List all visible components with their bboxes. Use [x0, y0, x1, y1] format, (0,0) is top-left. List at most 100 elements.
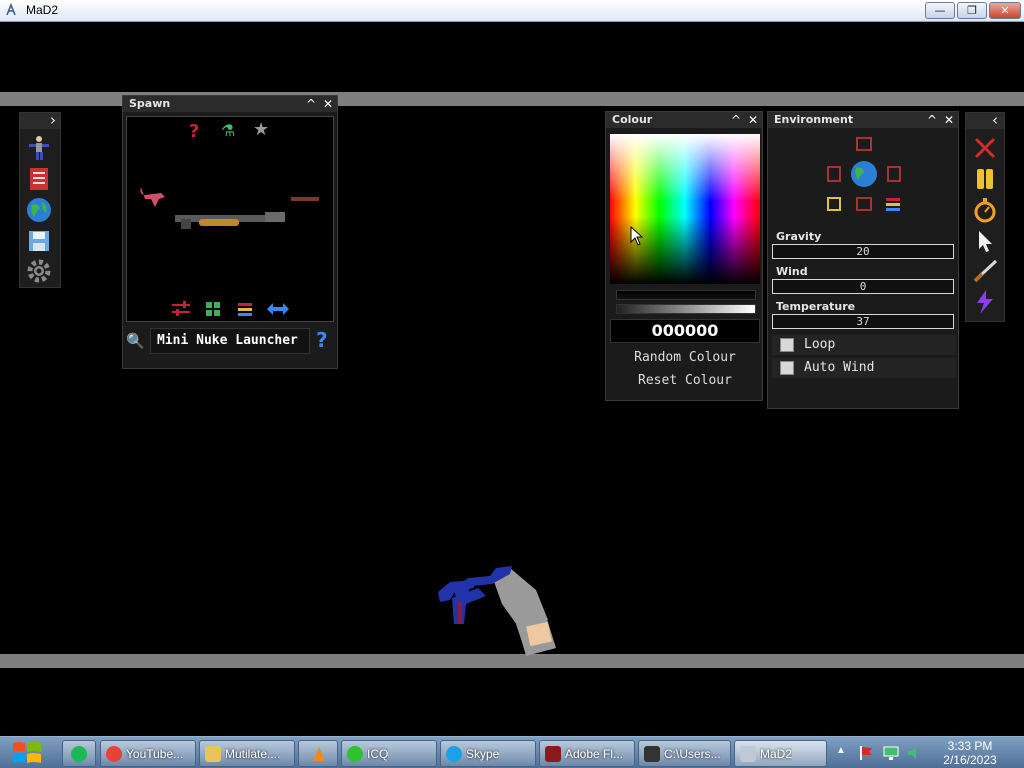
star-category-icon[interactable]: ★	[253, 119, 269, 140]
taskbar-item-label: MaD2	[760, 747, 793, 761]
spawn-panel: Spawn ^ ✕ ? ⚗ ★ 🔍 Mini Nuke Launcher ?	[122, 95, 338, 369]
world-bounds-selector[interactable]	[826, 136, 902, 212]
arrows-icon[interactable]	[267, 303, 289, 315]
close-x-icon[interactable]	[972, 135, 998, 161]
temperature-label: Temperature	[776, 300, 856, 313]
right-toolbar: ‹	[965, 111, 1005, 322]
taskbar-item-icq[interactable]: ICQ	[341, 740, 437, 767]
gravity-slider[interactable]: 20	[772, 244, 954, 259]
timer-icon[interactable]	[972, 197, 998, 223]
clock-time: 3:33 PM	[947, 739, 993, 753]
clock[interactable]: 3:33 PM 2/16/2023	[930, 739, 1010, 767]
gravity-label: Gravity	[776, 230, 822, 243]
environment-collapse-button[interactable]: ^	[924, 112, 940, 128]
floor-bar	[0, 654, 1024, 668]
taskbar-item-mad2[interactable]: MaD2	[734, 740, 827, 767]
globe-icon[interactable]	[26, 197, 52, 223]
auto-wind-row[interactable]: Auto Wind	[772, 358, 956, 378]
taskbar-spotify[interactable]	[62, 740, 96, 767]
network-icon[interactable]	[882, 745, 900, 761]
loop-label: Loop	[804, 337, 836, 352]
flash-icon	[545, 746, 561, 762]
taskbar-item-label: YouTube...	[126, 747, 184, 761]
spawn-collapse-button[interactable]: ^	[303, 96, 319, 112]
clock-date: 2/16/2023	[943, 753, 997, 767]
restore-button[interactable]: ❐	[957, 2, 987, 19]
colour-panel: Colour ^ ✕ 000000 Random Colour Reset Co…	[605, 111, 763, 401]
grid-icon[interactable]	[205, 301, 221, 317]
pause-icon[interactable]	[972, 166, 998, 192]
taskbar-item-label: C:\Users...	[664, 747, 721, 761]
taskbar-item-vlc[interactable]	[298, 740, 338, 767]
taskbar-item-7zip[interactable]: C:\Users...	[638, 740, 731, 767]
taskbar-item-label: Adobe Fl...	[565, 747, 624, 761]
taskbar-item-folder[interactable]: Mutilate....	[199, 740, 295, 767]
prev-item-creature-icon[interactable]	[137, 183, 167, 209]
window-titlebar: MaD2 — ❐ ✕	[0, 0, 1024, 22]
selected-item-name: Mini Nuke Launcher	[157, 333, 298, 348]
taskbar-item-skype[interactable]: Skype	[440, 740, 536, 767]
colour-picker-area[interactable]	[610, 134, 760, 284]
mouse-cursor-icon	[630, 226, 644, 246]
knife-icon[interactable]	[972, 258, 998, 284]
stack-icon[interactable]	[237, 301, 253, 317]
loop-checkbox[interactable]	[780, 338, 794, 352]
7zip-icon	[644, 746, 660, 762]
environment-close-button[interactable]: ✕	[941, 112, 957, 128]
ragdoll-character[interactable]	[430, 552, 580, 656]
tray-expand-icon[interactable]: ▲	[836, 745, 846, 756]
gear-icon[interactable]	[26, 258, 52, 284]
taskbar-item-flash[interactable]: Adobe Fl...	[539, 740, 635, 767]
random-colour-button[interactable]: Random Colour	[610, 348, 760, 368]
item-help-icon[interactable]: ?	[316, 328, 328, 352]
colour-collapse-button[interactable]: ^	[728, 112, 744, 128]
lightning-icon[interactable]	[972, 289, 998, 315]
brightness-slider[interactable]	[616, 290, 756, 300]
spawn-close-button[interactable]: ✕	[320, 96, 336, 112]
book-icon[interactable]	[26, 166, 52, 192]
cursor-icon[interactable]	[972, 228, 998, 254]
vlc-icon	[313, 747, 325, 761]
alpha-slider[interactable]	[616, 304, 756, 314]
spawn-preview[interactable]: ? ⚗ ★	[126, 116, 334, 322]
action-center-flag-icon[interactable]	[858, 745, 874, 761]
save-icon[interactable]	[26, 228, 52, 254]
left-toolbar: ›	[19, 111, 61, 288]
collapse-toolbar-button[interactable]: ‹	[992, 111, 998, 129]
taskbar-item-chrome[interactable]: YouTube...	[100, 740, 196, 767]
game-canvas[interactable]: › Spawn ^ ✕ ? ⚗ ★ 🔍 Mini Nuke Launcher ?…	[0, 22, 1024, 736]
search-icon[interactable]: 🔍	[126, 332, 145, 350]
selected-item-field[interactable]: Mini Nuke Launcher	[150, 328, 310, 354]
colour-close-button[interactable]: ✕	[745, 112, 761, 128]
wind-slider[interactable]: 0	[772, 279, 954, 294]
sliders-icon[interactable]	[171, 301, 191, 317]
start-button-icon[interactable]	[10, 739, 44, 767]
volume-icon[interactable]	[906, 745, 922, 761]
folder-icon	[205, 746, 221, 762]
app-icon	[6, 3, 16, 16]
expand-toolbar-button[interactable]: ›	[50, 111, 56, 129]
taskbar-item-label: Mutilate....	[225, 747, 281, 761]
minimize-button[interactable]: —	[925, 2, 955, 19]
mini-nuke-launcher-sprite[interactable]	[175, 207, 289, 231]
reset-colour-button[interactable]: Reset Colour	[610, 371, 760, 391]
ragdoll-icon[interactable]	[26, 135, 52, 161]
close-window-button[interactable]: ✕	[989, 2, 1021, 19]
wind-label: Wind	[776, 265, 808, 278]
next-item-icon[interactable]	[291, 195, 321, 203]
taskbar-item-label: ICQ	[367, 747, 389, 761]
chrome-icon	[106, 746, 122, 762]
taskbar-item-label: Skype	[466, 747, 500, 761]
mad2-icon	[740, 746, 756, 762]
help-category-icon[interactable]: ?	[189, 121, 199, 142]
auto-wind-checkbox[interactable]	[780, 361, 794, 375]
icq-icon	[347, 746, 363, 762]
hex-colour-field[interactable]: 000000	[610, 319, 760, 343]
auto-wind-label: Auto Wind	[804, 360, 875, 375]
windows-taskbar: YouTube... Mutilate.... ICQ Skype Adobe …	[0, 736, 1024, 768]
loop-row[interactable]: Loop	[772, 335, 956, 355]
potion-category-icon[interactable]: ⚗	[221, 121, 235, 140]
skype-icon	[446, 746, 462, 762]
temperature-slider[interactable]: 37	[772, 314, 954, 329]
spotify-icon	[71, 746, 87, 762]
